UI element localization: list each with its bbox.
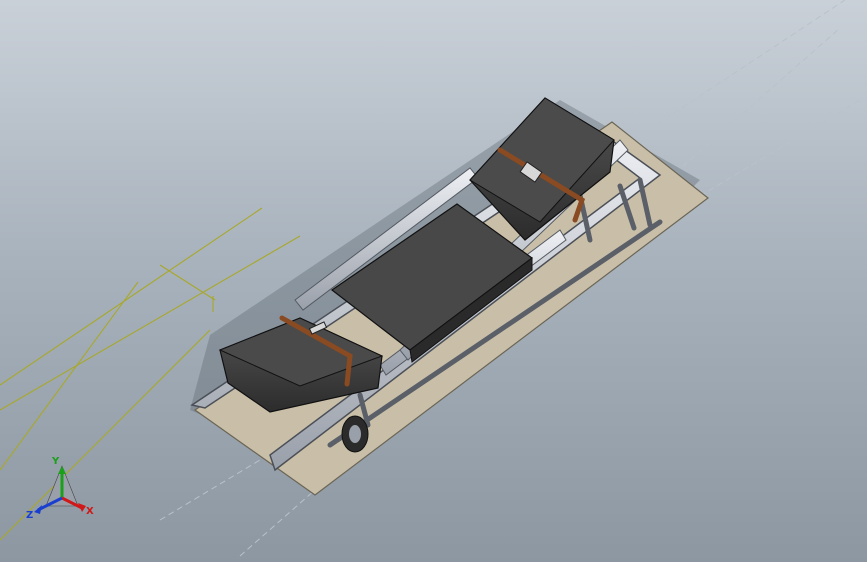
model-scene[interactable] <box>0 0 867 562</box>
caster-wheel[interactable] <box>341 415 369 453</box>
graphics-viewport[interactable]: Y X Z <box>0 0 867 562</box>
triad-z-label: Z <box>26 510 34 521</box>
triad-y-label: Y <box>52 456 60 467</box>
view-orientation-triad[interactable]: Y X Z <box>24 456 104 526</box>
triad-x-label: X <box>86 506 94 517</box>
